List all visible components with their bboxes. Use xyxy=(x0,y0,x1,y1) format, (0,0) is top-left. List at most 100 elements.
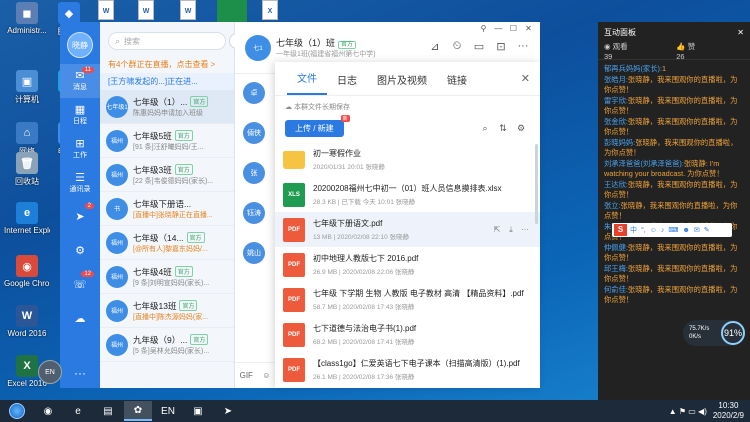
sidebar-item[interactable]: ☁ xyxy=(60,302,100,336)
input-tool-icon[interactable]: GIF xyxy=(240,371,253,380)
more-menu-button[interactable]: ··· xyxy=(60,366,100,380)
chat-list-item[interactable]: 福州 七年级5班 官方 [91 条]汪舒曦妈妈/王... xyxy=(100,124,234,158)
ime-tool-icon[interactable]: ♪ xyxy=(661,227,665,234)
taskbar-app[interactable]: ➤ xyxy=(214,401,242,421)
chat-list-pane: ⌕ 搜索 + 有4个群正在直播，点击查看 > [王方啸发起的...]正在进...… xyxy=(100,22,245,388)
sidebar-item[interactable]: ⚙ xyxy=(60,234,100,268)
taskbar-app[interactable]: ✿ xyxy=(124,401,152,421)
sidebar-item[interactable]: ☏ 12 xyxy=(60,268,100,302)
clock[interactable]: 10:30 2020/2/9 xyxy=(713,401,744,421)
close-icon[interactable]: ✕ xyxy=(737,28,744,37)
app-icon: ◆ xyxy=(58,2,80,24)
file-meta: 68.2 MB | 2020/02/08 17:41 张晓静 xyxy=(313,339,415,346)
scrollbar[interactable] xyxy=(535,144,538,224)
ime-tool-icon[interactable]: ✉ xyxy=(694,226,700,234)
file-icon[interactable]: W xyxy=(98,0,114,20)
xls-file-icon: XLS xyxy=(283,182,305,207)
input-tool-icon[interactable]: ☺ xyxy=(262,371,270,380)
desktop-tile[interactable] xyxy=(217,0,247,22)
file-name: 【class1go】仁爱英语七下电子课本（扫描高清版）(1).pdf xyxy=(313,359,520,368)
close-icon[interactable]: ✕ xyxy=(521,72,530,85)
desktop-icon[interactable]: e Internet Explorer xyxy=(4,202,50,235)
user-avatar[interactable]: 晓静 xyxy=(67,32,93,58)
file-action-icon[interactable]: ⤓ xyxy=(504,225,518,235)
file-row[interactable]: XLS 20200208福州七中初一（01）班人员信息摸排表.xlsx 28.3 K… xyxy=(275,177,540,212)
chat-list-item[interactable]: 福州 七年级13班 官方 [直播中]陈杰源妈妈(家... xyxy=(100,294,234,328)
chat-list-item[interactable]: 福州 七年级4班 官方 [9 条]刘明宣妈妈(家长)... xyxy=(100,260,234,294)
panel-tool-icon[interactable]: ⌕ xyxy=(476,123,494,134)
panel-tool-icon[interactable]: ⇅ xyxy=(494,123,512,134)
desktop-icon-label: Google Chrome xyxy=(4,279,50,288)
file-row[interactable]: 初一寒假作业 2020/01/31 20:01 张晓静 xyxy=(275,142,540,177)
desktop-icon[interactable]: ▣ 计算机 xyxy=(4,70,50,105)
sidebar-item[interactable]: ✉ 消息 11 xyxy=(60,64,100,98)
sidebar-item[interactable]: ▦ 日程 xyxy=(60,98,100,132)
group-avatar[interactable]: 七1 xyxy=(245,34,271,61)
chat-list-item[interactable]: 福州 七年级3班 官方 [22 条]韦俊德妈妈(家长)... xyxy=(100,158,234,192)
chat-avatar: 福州 xyxy=(106,231,128,254)
file-icon[interactable]: X xyxy=(262,0,278,20)
ime-tool-icon[interactable]: °, xyxy=(641,227,646,234)
header-action-icon[interactable]: ▭ xyxy=(468,40,490,53)
file-row[interactable]: PDF 【class1go】仁爱英语七下电子课本（扫描高清版）(1).pdf 26.… xyxy=(275,352,540,387)
panel-tab[interactable]: 日志 xyxy=(327,72,367,95)
network-speed-widget[interactable]: 75.7K/s 0K/s 91% xyxy=(683,320,745,346)
system-tray[interactable]: ▲ ⚑ ▭ ◀) xyxy=(669,407,707,416)
header-action-icon[interactable]: ··· xyxy=(512,40,534,53)
file-row[interactable]: PDF 七年级 下学期 生物 人教版 电子教材 高清 【精品资料】.pdf 58.7… xyxy=(275,282,540,317)
member-avatar[interactable]: 张 xyxy=(243,162,265,184)
panel-tab[interactable]: 图片及视频 xyxy=(367,72,437,95)
sidebar-item[interactable]: ➤ 2 xyxy=(60,200,100,234)
desktop-icon[interactable]: ◼ Administr... xyxy=(4,2,50,35)
file-row[interactable]: PDF 七下道德与法治电子书(1).pdf 68.2 MB | 2020/02/08… xyxy=(275,317,540,352)
file-row[interactable]: XLS20200207福州七中初一（01）班人员信息摸排表.xlsx xyxy=(275,387,540,388)
chat-name: 七年级4班 xyxy=(133,266,172,277)
member-avatar[interactable]: 姚山 xyxy=(243,242,265,264)
file-icon[interactable]: W xyxy=(180,0,196,20)
panel-tool-icon[interactable]: ⚙ xyxy=(512,123,530,134)
member-avatar[interactable]: 卓 xyxy=(243,82,265,104)
chat-list-item[interactable]: 福州 七年级（14... 官方 [@所有人]黎嘉东妈妈/... xyxy=(100,226,234,260)
upload-new-button[interactable]: 上传 / 新建 新 xyxy=(285,114,350,137)
sogou-icon[interactable]: S xyxy=(614,224,627,236)
ime-tool-icon[interactable]: ☻ xyxy=(683,227,690,234)
member-avatar[interactable]: 钰涛 xyxy=(243,202,265,224)
ime-tool-icon[interactable]: ✎ xyxy=(704,226,710,234)
desktop-icon[interactable]: ◉ Google Chrome xyxy=(4,255,50,288)
ime-tool-icon[interactable]: ☺ xyxy=(650,227,657,234)
chat-list-item[interactable]: 七年级1 七年级（1）... 官方 陈惠妈妈申请加入班级 xyxy=(100,90,234,124)
taskbar-app[interactable]: ◉ xyxy=(34,401,62,421)
live-notice[interactable]: 有4个群正在直播，点击查看 > xyxy=(100,56,234,73)
sidebar-item[interactable]: ☰ 通讯录 xyxy=(60,166,100,200)
header-action-icon[interactable]: ⊡ xyxy=(490,40,512,53)
input-method-bar[interactable]: S 中 °, ☺ ♪ ⌨ ☻ ✉ ✎ xyxy=(612,223,732,237)
member-avatar[interactable]: 倆侠 xyxy=(243,122,265,144)
taskbar-app[interactable]: ▣ xyxy=(184,401,212,421)
file-row[interactable]: PDF 初中地理人教版七下 2016.pdf 26.9 MB | 2020/02/0… xyxy=(275,247,540,282)
comment-feed: 郁再兵妈妈(家长):1 张皓月:张晓静，我来围观你的直播啦，为你点赞！ 雷宇欣:张晓… xyxy=(598,60,750,310)
desktop-icon[interactable]: 🗑 回收站 xyxy=(4,152,50,187)
sidebar-item-label: 工作 xyxy=(73,152,87,159)
chat-list-item[interactable]: 福州 九年级（9）... 官方 [5 条]吴林允妈妈(家长)... xyxy=(100,328,234,362)
start-button[interactable] xyxy=(0,400,34,422)
header-action-icon[interactable]: ⊿ xyxy=(424,40,446,53)
header-action-icon[interactable]: ⏲ xyxy=(446,40,468,53)
taskbar-app[interactable]: e xyxy=(64,401,92,421)
file-action-icon[interactable]: ⇱ xyxy=(490,225,504,235)
sidebar-item[interactable]: ⊞ 工作 xyxy=(60,132,100,166)
ime-tool-icon[interactable]: ⌨ xyxy=(668,226,678,234)
file-icon[interactable]: W xyxy=(138,0,154,20)
taskbar-app[interactable]: ▤ xyxy=(94,401,122,421)
file-row[interactable]: PDF 七年级下册语文.pdf 13 MB | 2020/02/08 22:10 张… xyxy=(275,212,540,247)
panel-tab[interactable]: 文件 xyxy=(287,70,327,95)
desktop-icon[interactable]: W Word 2016 xyxy=(4,305,50,338)
group-call-notice[interactable]: [王方啸发起的...]正在进... xyxy=(100,73,234,90)
ime-tool-icon[interactable]: 中 xyxy=(630,225,637,235)
language-icon[interactable]: EN xyxy=(38,360,62,384)
comment: 邱王梅:张晓静，我来围观你的直播啦，为你点赞！ xyxy=(604,264,744,285)
panel-tab[interactable]: 链接 xyxy=(437,72,477,95)
chat-list-item[interactable]: 书七年级下册语... [直播中]张晓静正在直播... xyxy=(100,192,234,226)
search-input[interactable]: ⌕ 搜索 + xyxy=(108,32,245,50)
file-action-icon[interactable]: ··· xyxy=(518,225,532,235)
taskbar-app[interactable]: EN xyxy=(154,401,182,421)
